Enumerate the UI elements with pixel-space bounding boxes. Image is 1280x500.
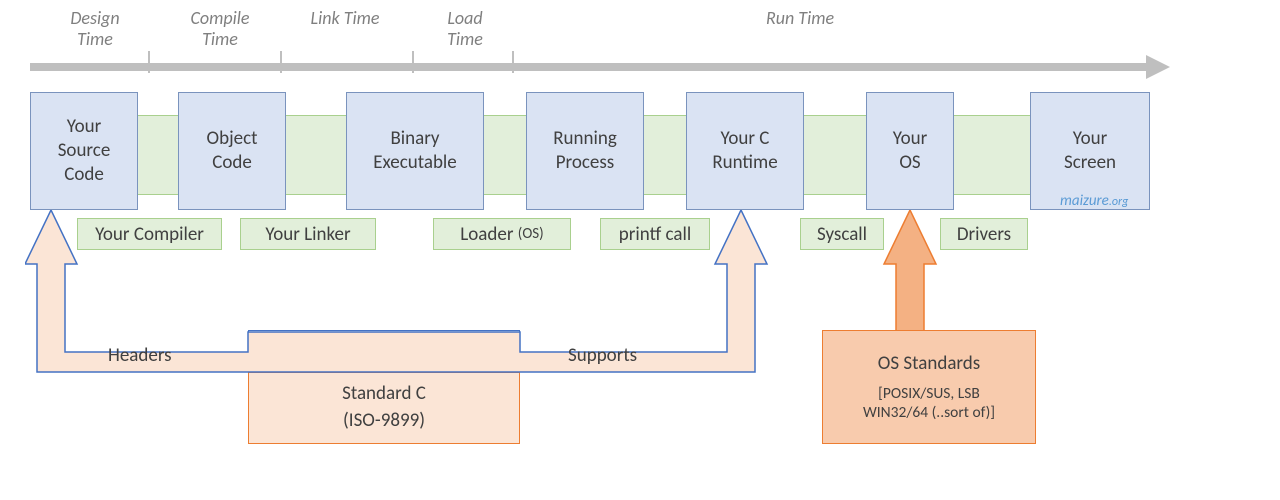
- phase-load: Load Time: [430, 8, 500, 49]
- standard-c-box: Standard C (ISO-9899): [248, 372, 520, 444]
- label-supports: Supports: [568, 344, 637, 367]
- label-headers: Headers: [108, 344, 172, 367]
- os-standards-box: OS Standards [POSIX/SUS, LSB WIN32/64 (.…: [822, 330, 1036, 444]
- stage-object: Object Code: [178, 92, 286, 210]
- phase-design: Design Time: [55, 8, 135, 49]
- stage-os: Your OS: [866, 92, 954, 210]
- phase-link: Link Time: [310, 8, 380, 29]
- stage-process: Running Process: [526, 92, 644, 210]
- action-drivers: Drivers: [940, 218, 1028, 250]
- watermark: maizure.org: [1060, 192, 1128, 210]
- timeline-arrow-icon: [30, 60, 1170, 74]
- os-standards-detail: [POSIX/SUS, LSB WIN32/64 (..sort of)]: [863, 384, 995, 423]
- watermark-tld: .org: [1109, 195, 1128, 209]
- os-standards-arrow-icon: [882, 210, 938, 340]
- os-standards-title: OS Standards: [878, 351, 980, 378]
- stage-source: Your Source Code: [30, 92, 138, 210]
- phase-compile: Compile Time: [175, 8, 265, 49]
- watermark-name: maizure: [1060, 192, 1109, 210]
- stage-cruntime: Your C Runtime: [686, 92, 804, 210]
- action-syscall: Syscall: [800, 218, 884, 250]
- phase-run: Run Time: [760, 8, 840, 29]
- stage-binary: Binary Executable: [346, 92, 484, 210]
